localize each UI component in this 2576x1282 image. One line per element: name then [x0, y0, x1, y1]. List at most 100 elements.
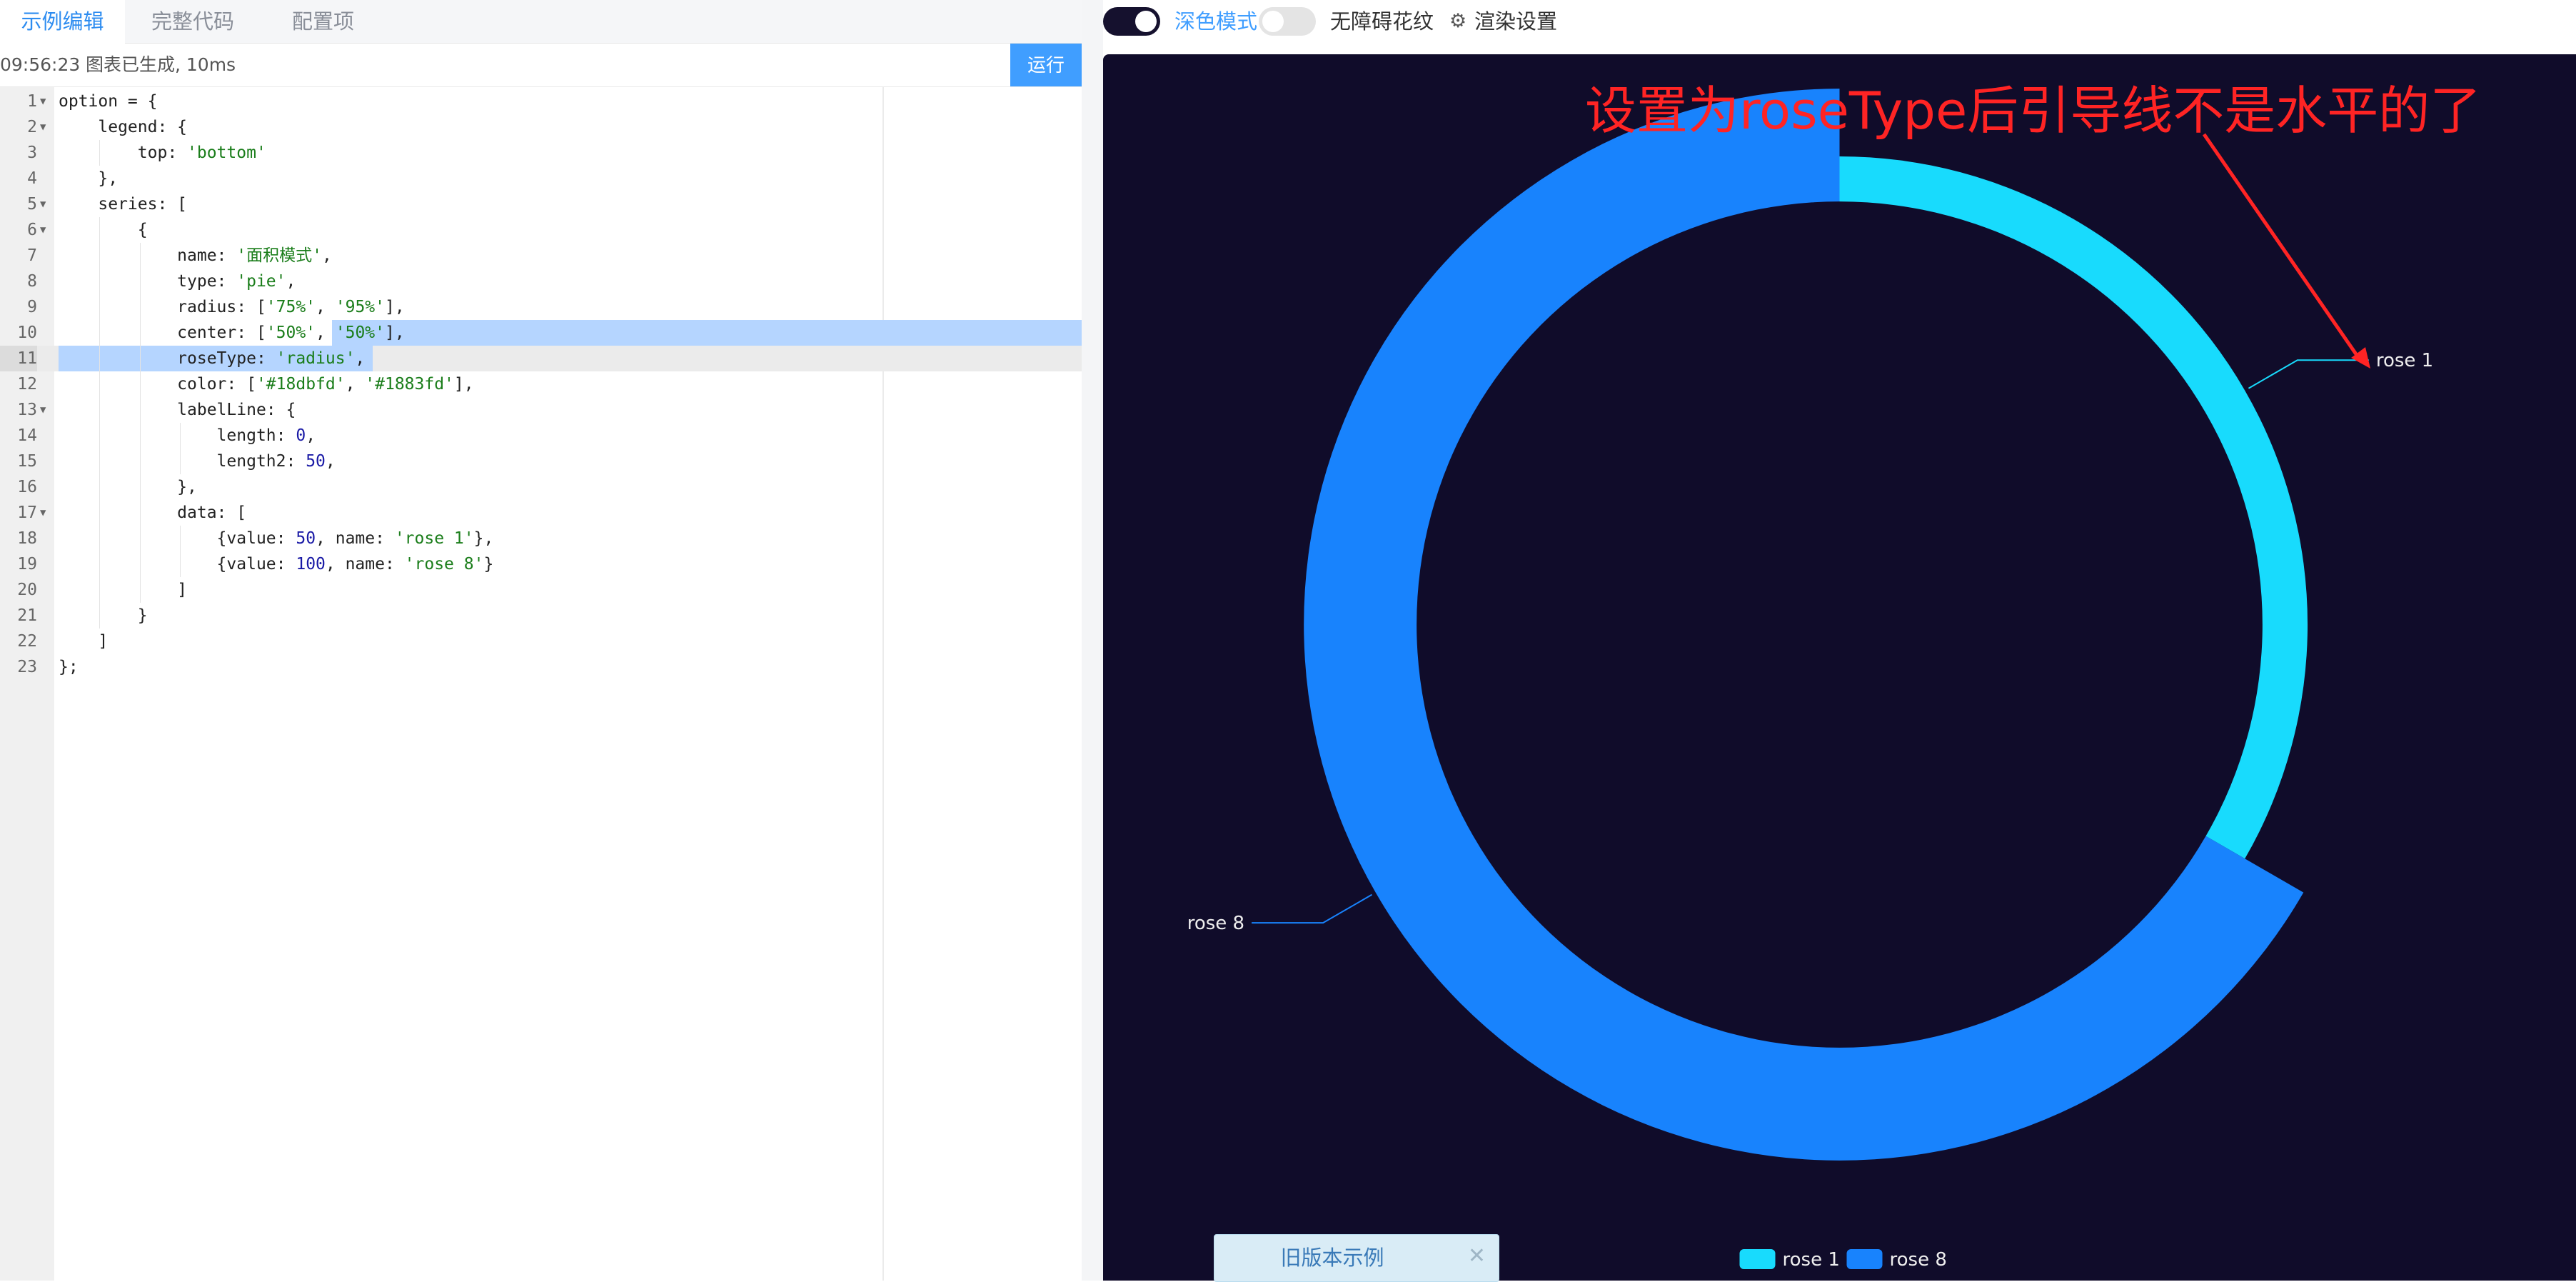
code-line[interactable]: 3 top: 'bottom': [0, 140, 1082, 166]
code-line[interactable]: 19 {value: 100, name: 'rose 8'}: [0, 551, 1082, 577]
pane-divider[interactable]: [1082, 0, 1103, 1281]
code-text: }: [59, 606, 148, 625]
code-text: top: 'bottom': [59, 144, 266, 162]
pie-slice-rose-8[interactable]: [1304, 89, 2304, 1161]
code-text: {: [59, 221, 148, 239]
code-line[interactable]: 13 ▼ labelLine: {: [0, 397, 1082, 423]
old-version-banner[interactable]: 旧版本示例 ✕: [1214, 1234, 1499, 1282]
code-line[interactable]: 1 ▼ option = {: [0, 89, 1082, 114]
tab-full-code[interactable]: 完整代码: [125, 0, 261, 43]
code-line[interactable]: 14 length: 0,: [0, 423, 1082, 449]
line-number: 11: [0, 346, 37, 371]
fold-arrow-icon[interactable]: ▼: [40, 191, 46, 217]
tab-options[interactable]: 配置项: [261, 0, 386, 43]
line-number: 21: [17, 606, 37, 625]
code-text: ]: [59, 632, 109, 651]
line-number: 19: [17, 555, 37, 574]
legend-label[interactable]: rose 8: [1890, 1249, 1947, 1271]
code-text: length2: 50,: [59, 452, 336, 471]
code-line[interactable]: 20 ]: [0, 577, 1082, 603]
fold-arrow-icon[interactable]: ▼: [40, 397, 46, 423]
code-text: },: [59, 169, 119, 188]
line-number: 7: [27, 246, 37, 265]
status-bar: 09:56:23 图表已生成, 10ms 运行: [0, 44, 1082, 87]
fold-arrow-icon[interactable]: ▼: [40, 500, 46, 526]
line-number: 23: [17, 658, 37, 676]
fold-arrow-icon[interactable]: ▼: [40, 114, 46, 140]
annotation-text: 设置为roseType后引导线不是水平的了: [1585, 81, 2482, 141]
code-line[interactable]: 18 {value: 50, name: 'rose 1'},: [0, 526, 1082, 551]
code-line[interactable]: 22 ]: [0, 629, 1082, 654]
code-line[interactable]: 15 length2: 50,: [0, 449, 1082, 474]
line-number: 15: [17, 452, 37, 471]
line-number: 1: [27, 92, 37, 111]
code-text: legend: {: [59, 118, 188, 136]
code-line[interactable]: 11 roseType: 'radius',: [0, 346, 1082, 371]
gear-icon[interactable]: ⚙: [1449, 0, 1466, 43]
fold-arrow-icon[interactable]: ▼: [40, 89, 46, 114]
code-line[interactable]: 6 ▼ {: [0, 217, 1082, 243]
code-line[interactable]: 12 color: ['#18dbfd', '#1883fd'],: [0, 371, 1082, 397]
code-line[interactable]: 23};: [0, 654, 1082, 680]
line-number: 16: [17, 478, 37, 496]
line-number: 17: [17, 504, 37, 522]
aria-pattern-label: 无障碍花纹: [1330, 9, 1434, 34]
line-number: 13: [17, 401, 37, 419]
code-line[interactable]: 5 ▼ series: [: [0, 191, 1082, 217]
code-line[interactable]: 4 },: [0, 166, 1082, 191]
code-editor-pane: 示例编辑 完整代码 配置项 09:56:23 图表已生成, 10ms 运行 1 ▼…: [0, 0, 1082, 1281]
code-text: color: ['#18dbfd', '#1883fd'],: [59, 375, 474, 394]
code-line[interactable]: 8 type: 'pie',: [0, 269, 1082, 294]
line-number: 9: [27, 298, 37, 316]
run-button[interactable]: 运行: [1010, 44, 1082, 86]
line-number: 18: [17, 529, 37, 548]
legend-label[interactable]: rose 1: [1783, 1249, 1840, 1271]
dark-mode-toggle[interactable]: [1103, 7, 1160, 36]
pie-slice-rose-1[interactable]: [1839, 156, 2308, 859]
line-number: 3: [27, 144, 37, 162]
code-line[interactable]: 21 }: [0, 603, 1082, 629]
line-number: 5: [27, 195, 37, 214]
code-text: name: '面积模式',: [59, 246, 332, 265]
close-icon[interactable]: ✕: [1468, 1235, 1486, 1278]
code-line[interactable]: 9 radius: ['75%', '95%'],: [0, 294, 1082, 320]
code-line[interactable]: 10 center: ['50%', '50%'],: [0, 320, 1082, 346]
code-text: },: [59, 478, 197, 496]
dark-mode-label: 深色模式: [1174, 9, 1258, 34]
line-number: 20: [17, 581, 37, 599]
code-line[interactable]: 17 ▼ data: [: [0, 500, 1082, 526]
line-number: 6: [27, 221, 37, 239]
annotation-arrow: [2202, 133, 2363, 363]
slice-label: rose 8: [1187, 913, 1244, 934]
status-message: 图表已生成, 10ms: [86, 54, 236, 75]
fold-arrow-icon[interactable]: ▼: [40, 217, 46, 243]
line-number: 14: [17, 426, 37, 445]
code-text: };: [59, 658, 79, 676]
selection-highlight: [332, 320, 1082, 346]
aria-pattern-toggle[interactable]: [1259, 7, 1316, 36]
code-text: type: 'pie',: [59, 272, 296, 291]
code-text: labelLine: {: [59, 401, 296, 419]
code-line[interactable]: 16 },: [0, 474, 1082, 500]
code-text: roseType: 'radius',: [59, 349, 366, 368]
tab-example-edit[interactable]: 示例编辑: [0, 0, 125, 44]
code-text: {value: 50, name: 'rose 1'},: [59, 529, 494, 548]
code-line[interactable]: 2 ▼ legend: {: [0, 114, 1082, 140]
toggle-knob: [1262, 11, 1284, 32]
render-settings-label[interactable]: 渲染设置: [1474, 0, 1557, 43]
code-text: radius: ['75%', '95%'],: [59, 298, 405, 316]
legend-swatch[interactable]: [1846, 1249, 1883, 1269]
chart-canvas: rose 1 rose 8 rose 1 rose 8 设置为roseType后引导线…: [1103, 54, 2576, 1281]
label-line: [1252, 893, 1372, 924]
line-number: 10: [17, 324, 37, 342]
code-editor[interactable]: 1 ▼ option = {2 ▼ legend: {3 top: 'bottom' 4…: [0, 87, 1082, 1281]
code-text: length: 0,: [59, 426, 316, 445]
code-line[interactable]: 7 name: '面积模式',: [0, 243, 1082, 269]
line-number: 8: [27, 272, 37, 291]
code-text: series: [: [59, 195, 188, 214]
editor-tab-bar: 示例编辑 完整代码 配置项: [0, 0, 1082, 44]
old-version-label[interactable]: 旧版本示例: [1214, 1235, 1450, 1281]
legend-swatch[interactable]: [1739, 1249, 1776, 1269]
code-text: data: [: [59, 504, 247, 522]
line-number: 2: [27, 118, 37, 136]
